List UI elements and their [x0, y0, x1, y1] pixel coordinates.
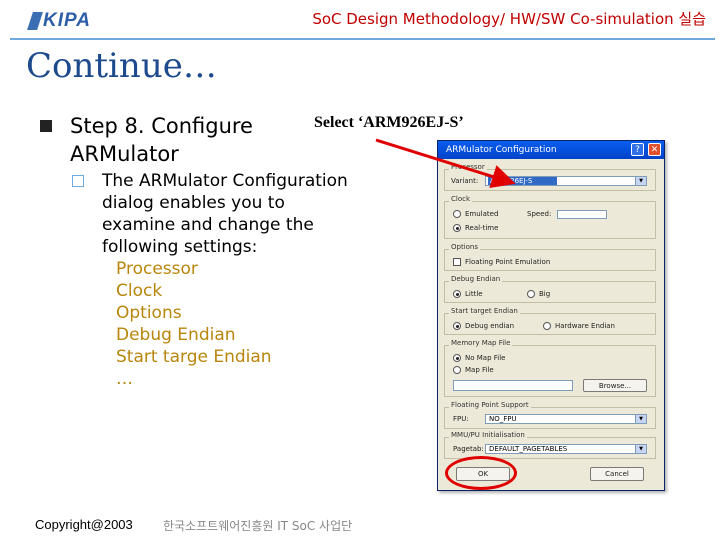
- arrow-line: [375, 138, 516, 189]
- callout-arrow: [375, 138, 516, 189]
